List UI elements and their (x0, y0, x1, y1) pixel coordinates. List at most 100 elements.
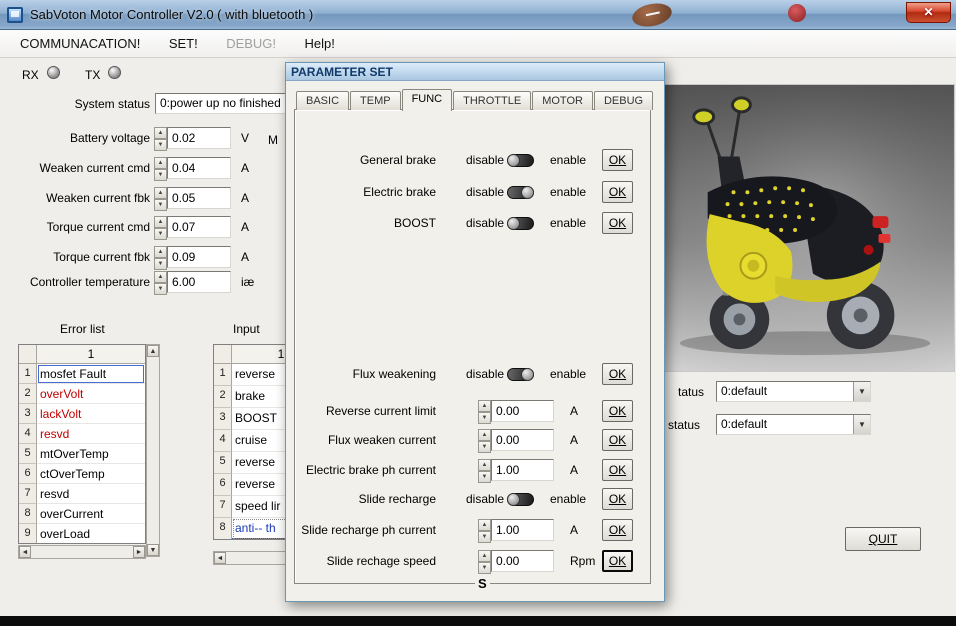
grid-corner[interactable] (19, 345, 37, 364)
quit-button[interactable]: QUIT (845, 527, 921, 551)
spin-down-icon[interactable]: ▼ (154, 228, 167, 240)
menu-debug[interactable]: DEBUG! (214, 30, 288, 57)
param-input[interactable]: 0.00 (491, 400, 554, 422)
dialog-title[interactable]: PARAMETER SET (286, 63, 664, 81)
ok-button[interactable]: OK (602, 149, 633, 171)
field-input[interactable]: 0.09 (167, 246, 231, 268)
grid-row-number[interactable]: 8 (214, 518, 232, 539)
ok-button[interactable]: OK (602, 400, 633, 422)
spinner-updown[interactable]: ▲ ▼ (478, 550, 491, 574)
ok-button[interactable]: OK (602, 363, 633, 385)
scroll-down-icon[interactable]: ▼ (147, 544, 159, 556)
menu-communacation[interactable]: COMMUNACATION! (8, 30, 152, 57)
status2-combo[interactable]: 0:default ▼ (716, 414, 871, 435)
close-button[interactable]: ✕ (906, 2, 951, 23)
grid-row-number[interactable]: 1 (214, 364, 232, 386)
ok-button[interactable]: OK (602, 181, 633, 203)
spin-down-icon[interactable]: ▼ (478, 531, 491, 543)
field-input[interactable]: 0.05 (167, 187, 231, 209)
toggle-switch[interactable] (507, 154, 534, 167)
spin-up-icon[interactable]: ▲ (478, 400, 491, 412)
menu-help[interactable]: Help! (292, 30, 346, 57)
grid-cell[interactable]: resvd (37, 484, 145, 504)
grid-cell[interactable]: overCurrent (37, 504, 145, 524)
field-input[interactable]: 0.07 (167, 216, 231, 238)
error-list-hscrollbar[interactable]: ◄ ► (18, 545, 146, 559)
param-input[interactable]: 1.00 (491, 459, 554, 481)
toggle-switch[interactable] (507, 217, 534, 230)
ok-button[interactable]: OK (602, 212, 633, 234)
ok-button[interactable]: OK (602, 488, 633, 510)
grid-col-header[interactable]: 1 (37, 345, 145, 364)
grid-row-number[interactable]: 2 (214, 386, 232, 408)
spin-up-icon[interactable]: ▲ (154, 157, 167, 169)
param-input[interactable]: 0.00 (491, 550, 554, 572)
grid-row-number[interactable]: 5 (214, 452, 232, 474)
error-list-vscrollbar[interactable]: ▲ ▼ (146, 344, 160, 557)
grid-cell[interactable]: overLoad (37, 524, 145, 543)
grid-corner[interactable] (214, 345, 232, 364)
title-bar[interactable]: SabVoton Motor Controller V2.0 ( with bl… (0, 0, 956, 30)
spin-down-icon[interactable]: ▼ (154, 283, 167, 295)
scroll-left-icon[interactable]: ◄ (19, 546, 31, 558)
grid-cell[interactable]: overVolt (37, 384, 145, 404)
tab-temp[interactable]: TEMP (350, 91, 401, 110)
spin-up-icon[interactable]: ▲ (154, 216, 167, 228)
ok-button[interactable]: OK (602, 550, 633, 572)
grid-row-number[interactable]: 4 (19, 424, 37, 444)
spin-down-icon[interactable]: ▼ (154, 258, 167, 270)
grid-row-number[interactable]: 4 (214, 430, 232, 452)
param-input[interactable]: 0.00 (491, 429, 554, 451)
tab-debug[interactable]: DEBUG (593, 91, 654, 110)
spinner-updown[interactable]: ▲ ▼ (478, 400, 491, 424)
spin-down-icon[interactable]: ▼ (478, 471, 491, 483)
spinner-updown[interactable]: ▲ ▼ (154, 127, 167, 151)
spin-down-icon[interactable]: ▼ (154, 169, 167, 181)
scroll-left-icon[interactable]: ◄ (214, 552, 226, 564)
chevron-down-icon[interactable]: ▼ (853, 415, 870, 434)
spin-up-icon[interactable]: ▲ (478, 550, 491, 562)
tab-motor[interactable]: MOTOR (532, 91, 593, 110)
spinner-updown[interactable]: ▲ ▼ (478, 519, 491, 543)
spin-up-icon[interactable]: ▲ (478, 429, 491, 441)
tab-func[interactable]: FUNC (401, 89, 453, 111)
grid-cell[interactable]: mosfet Fault (37, 364, 145, 384)
spinner-updown[interactable]: ▲ ▼ (154, 157, 167, 181)
menu-set[interactable]: SET! (157, 30, 210, 57)
spin-up-icon[interactable]: ▲ (154, 127, 167, 139)
spin-up-icon[interactable]: ▲ (154, 271, 167, 283)
spin-up-icon[interactable]: ▲ (154, 246, 167, 258)
grid-row-number[interactable]: 6 (19, 464, 37, 484)
scroll-up-icon[interactable]: ▲ (147, 345, 159, 357)
grid-row-number[interactable]: 2 (19, 384, 37, 404)
toggle-switch[interactable] (507, 186, 534, 199)
grid-row-number[interactable]: 7 (19, 484, 37, 504)
chevron-down-icon[interactable]: ▼ (853, 382, 870, 401)
grid-cell[interactable]: lackVolt (37, 404, 145, 424)
status1-combo[interactable]: 0:default ▼ (716, 381, 871, 402)
spinner-updown[interactable]: ▲ ▼ (154, 187, 167, 211)
field-input[interactable]: 0.02 (167, 127, 231, 149)
scroll-right-icon[interactable]: ► (133, 546, 145, 558)
grid-row-number[interactable]: 9 (19, 524, 37, 543)
param-input[interactable]: 1.00 (491, 519, 554, 541)
grid-row-number[interactable]: 6 (214, 474, 232, 496)
spin-up-icon[interactable]: ▲ (154, 187, 167, 199)
ok-button[interactable]: OK (602, 429, 633, 451)
grid-row-number[interactable]: 1 (19, 364, 37, 384)
grid-row-number[interactable]: 3 (19, 404, 37, 424)
toggle-switch[interactable] (507, 493, 534, 506)
ok-button[interactable]: OK (602, 519, 633, 541)
grid-cell[interactable]: mtOverTemp (37, 444, 145, 464)
grid-row-number[interactable]: 3 (214, 408, 232, 430)
spin-down-icon[interactable]: ▼ (478, 441, 491, 453)
grid-row-number[interactable]: 8 (19, 504, 37, 524)
spinner-updown[interactable]: ▲ ▼ (154, 216, 167, 240)
grid-cell[interactable]: ctOverTemp (37, 464, 145, 484)
spin-up-icon[interactable]: ▲ (478, 459, 491, 471)
spinner-updown[interactable]: ▲ ▼ (154, 246, 167, 270)
tab-basic[interactable]: BASIC (296, 91, 350, 110)
tab-throttle[interactable]: THROTTLE (453, 91, 532, 110)
grid-cell[interactable]: resvd (37, 424, 145, 444)
spin-down-icon[interactable]: ▼ (478, 562, 491, 574)
